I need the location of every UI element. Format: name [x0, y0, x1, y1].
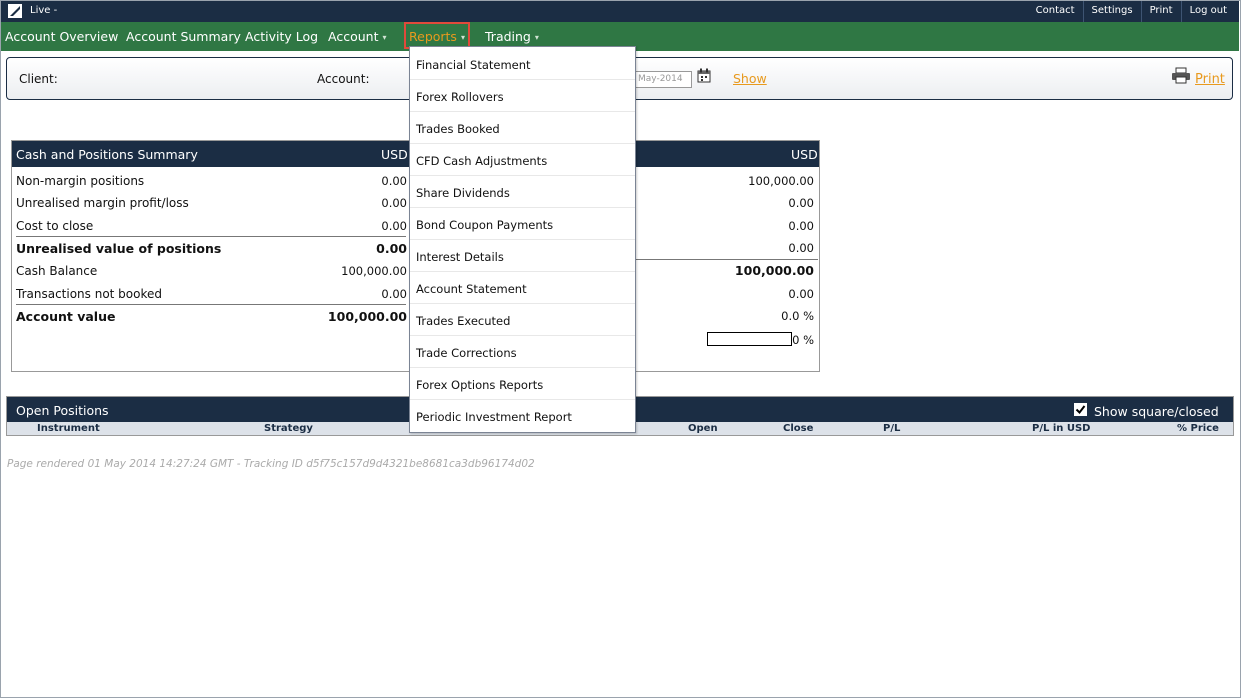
summary-row-total: Account value 100,000.00	[16, 304, 407, 326]
summary-row: Unrealised margin profit/loss 0.00	[16, 192, 407, 214]
margin-utilisation-bar	[707, 332, 792, 346]
date-field[interactable]: May-2014	[634, 71, 692, 88]
right-value: 0.00	[788, 287, 814, 301]
menu-item-trades-booked[interactable]: Trades Booked	[410, 112, 635, 144]
contact-link[interactable]: Contact	[1028, 1, 1083, 22]
summary-row: Transactions not booked 0.00	[16, 283, 407, 305]
menu-item-periodic-investment-report[interactable]: Periodic Investment Report	[410, 400, 635, 432]
nav-account-overview[interactable]: Account Overview	[5, 29, 118, 44]
menu-item-account-statement[interactable]: Account Statement	[410, 272, 635, 304]
menu-item-label: Share Dividends	[416, 186, 510, 200]
summary-title: Cash and Positions Summary	[16, 147, 198, 162]
positions-title: Open Positions	[16, 403, 109, 418]
col-close[interactable]: Close	[783, 423, 813, 434]
nav-trading[interactable]: Trading ▾	[485, 29, 539, 44]
menu-item-share-dividends[interactable]: Share Dividends	[410, 176, 635, 208]
menu-item-label: CFD Cash Adjustments	[416, 154, 548, 168]
show-closed-checkbox[interactable]	[1074, 403, 1087, 416]
menu-item-financial-statement[interactable]: Financial Statement	[410, 48, 635, 80]
print-top-link[interactable]: Print	[1140, 1, 1181, 22]
chevron-down-icon: ▾	[534, 33, 539, 42]
right-value: 0.00	[788, 219, 814, 233]
menu-item-label: Periodic Investment Report	[416, 410, 572, 424]
right-value: 0.00	[788, 241, 814, 255]
row-label: Unrealised value of positions	[16, 241, 222, 256]
menu-item-cfd-cash-adjustments[interactable]: CFD Cash Adjustments	[410, 144, 635, 176]
summary-row-total: Unrealised value of positions 0.00	[16, 236, 407, 258]
row-value: 0.00	[381, 196, 407, 210]
menu-item-label: Trade Corrections	[416, 346, 517, 360]
app-logo-icon	[8, 4, 22, 18]
col-instrument[interactable]: Instrument	[37, 423, 100, 434]
nav-account-summary[interactable]: Account Summary	[126, 29, 241, 44]
top-links: Contact Settings Print Log out	[1028, 1, 1235, 22]
environment-label: Live -	[30, 5, 58, 16]
chevron-down-icon: ▾	[382, 33, 387, 42]
menu-item-bond-coupon-payments[interactable]: Bond Coupon Payments	[410, 208, 635, 240]
right-value-total: 100,000.00	[734, 263, 814, 278]
menu-item-forex-options-reports[interactable]: Forex Options Reports	[410, 368, 635, 400]
row-value: 100,000.00	[341, 264, 407, 278]
row-value: 0.00	[381, 219, 407, 233]
show-closed-label: Show square/closed	[1094, 404, 1219, 419]
client-label: Client:	[19, 72, 58, 86]
right-value: 100,000.00	[748, 174, 814, 188]
row-label: Transactions not booked	[16, 287, 163, 301]
menu-item-label: Forex Options Reports	[416, 378, 544, 392]
col-pl[interactable]: P/L	[883, 423, 900, 434]
col-percent-price[interactable]: % Price	[1177, 423, 1219, 434]
calendar-icon[interactable]	[697, 68, 712, 83]
divider	[636, 259, 818, 260]
settings-link[interactable]: Settings	[1082, 1, 1141, 22]
summary-currency-left: USD	[381, 147, 408, 162]
summary-row: Cost to close 0.00	[16, 215, 407, 237]
menu-item-label: Trades Booked	[416, 122, 500, 136]
show-button[interactable]: Show	[733, 71, 767, 86]
menu-item-label: Financial Statement	[416, 58, 531, 72]
printer-icon[interactable]	[1171, 67, 1191, 84]
menu-item-interest-details[interactable]: Interest Details	[410, 240, 635, 272]
menu-item-label: Bond Coupon Payments	[416, 218, 554, 232]
row-value: 0.00	[381, 174, 407, 188]
menu-item-label: Account Statement	[416, 282, 527, 296]
nav-activity-log[interactable]: Activity Log	[245, 29, 318, 44]
top-bar: Live - Contact Settings Print Log out	[1, 1, 1239, 22]
row-value: 0.00	[376, 241, 407, 256]
logout-link[interactable]: Log out	[1180, 1, 1235, 22]
right-value: 0.00	[788, 196, 814, 210]
nav-account[interactable]: Account ▾	[328, 29, 387, 44]
menu-item-trades-executed[interactable]: Trades Executed	[410, 304, 635, 336]
col-pl-usd[interactable]: P/L in USD	[1032, 423, 1091, 434]
row-value: 100,000.00	[327, 309, 407, 324]
right-value: 0.0 %	[781, 309, 814, 323]
col-strategy[interactable]: Strategy	[264, 423, 313, 434]
menu-item-label: Forex Rollovers	[416, 90, 504, 104]
margin-utilisation-value: 0 %	[792, 333, 814, 347]
col-open[interactable]: Open	[688, 423, 718, 434]
reports-dropdown-menu: Financial Statement Forex Rollovers Trad…	[409, 46, 636, 433]
row-label: Cost to close	[16, 219, 94, 233]
reports-highlight-box	[404, 22, 470, 49]
nav-account-label: Account	[328, 29, 379, 44]
row-label: Account value	[16, 309, 116, 324]
row-label: Unrealised margin profit/loss	[16, 196, 189, 210]
row-label: Cash Balance	[16, 264, 98, 278]
row-value: 0.00	[381, 287, 407, 301]
summary-row: Non-margin positions 0.00	[16, 170, 407, 192]
page-rendered-note: Page rendered 01 May 2014 14:27:24 GMT -…	[7, 458, 535, 470]
summary-row: Cash Balance 100,000.00	[16, 260, 407, 282]
row-label: Non-margin positions	[16, 174, 145, 188]
account-label: Account:	[317, 72, 370, 86]
print-button[interactable]: Print	[1195, 72, 1225, 87]
menu-item-label: Trades Executed	[416, 314, 511, 328]
summary-currency-right: USD	[791, 147, 818, 162]
menu-item-label: Interest Details	[416, 250, 504, 264]
menu-item-forex-rollovers[interactable]: Forex Rollovers	[410, 80, 635, 112]
menu-item-trade-corrections[interactable]: Trade Corrections	[410, 336, 635, 368]
nav-trading-label: Trading	[485, 29, 531, 44]
